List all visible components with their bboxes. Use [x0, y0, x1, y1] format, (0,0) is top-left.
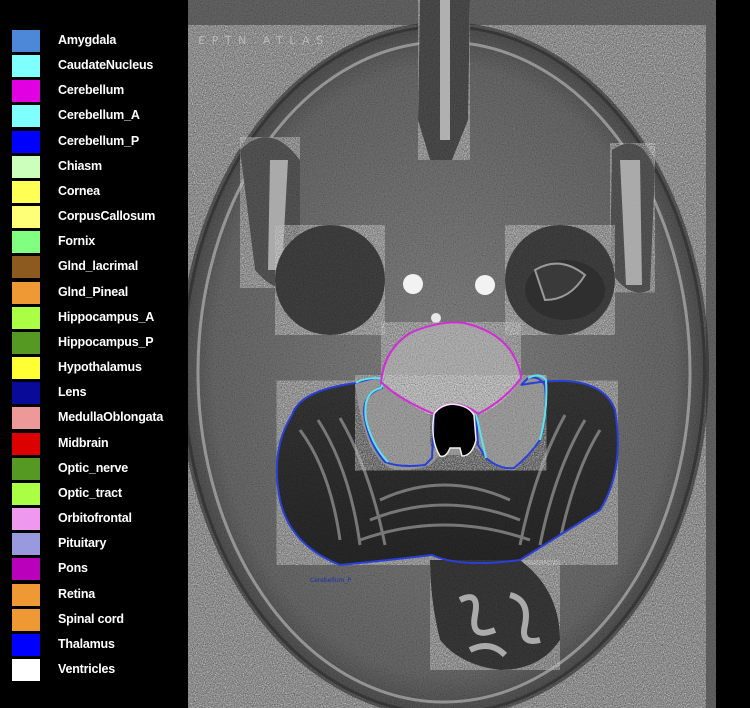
legend-label: Hippocampus_P [58, 334, 154, 349]
legend-label: Orbitofrontal [58, 511, 132, 526]
legend-item[interactable]: Optic_tract [10, 482, 188, 505]
legend-item[interactable]: Hippocampus_A [10, 306, 188, 329]
legend-item[interactable]: MedullaOblongata [10, 407, 188, 430]
legend-swatch [12, 306, 40, 329]
legend-swatch [12, 382, 40, 405]
legend-swatch [12, 533, 40, 556]
legend-label: Retina [58, 586, 96, 601]
legend-item[interactable]: Cerebellum_P [10, 130, 188, 153]
legend-swatch [12, 407, 40, 430]
legend-label: Optic_tract [58, 485, 122, 500]
legend-swatch [12, 80, 40, 103]
legend-item[interactable]: Ventricles [10, 659, 188, 681]
legend-swatch [12, 231, 40, 254]
structure-legend: Amygdala CaudateNucleus Cerebellum Cerebell… [0, 0, 188, 708]
legend-label: Cerebellum_A [58, 108, 140, 123]
legend-swatch [12, 55, 40, 78]
legend-item[interactable]: Cerebellum_A [10, 105, 188, 128]
legend-item[interactable]: Lens [10, 382, 188, 405]
legend-item[interactable]: Fornix [10, 231, 188, 254]
legend-label: MedullaOblongata [58, 410, 164, 425]
mri-slice-viewport[interactable] [188, 0, 716, 708]
legend-item[interactable]: Retina [10, 583, 188, 606]
legend-swatch [12, 583, 40, 606]
legend-swatch [12, 357, 40, 380]
legend-item[interactable]: CorpusCallosum [10, 206, 188, 229]
legend-swatch [12, 105, 40, 128]
legend-swatch [12, 281, 40, 304]
legend-label: CaudateNucleus [58, 58, 154, 73]
legend-swatch [12, 130, 40, 153]
legend-swatch [12, 457, 40, 480]
legend-label: Cerebellum_P [58, 133, 139, 148]
legend-swatch [12, 331, 40, 354]
legend-label: CorpusCallosum [58, 209, 156, 224]
legend-label: Glnd_Pineal [58, 284, 129, 299]
legend-item[interactable]: Hypothalamus [10, 357, 188, 380]
legend-item[interactable]: Midbrain [10, 432, 188, 455]
legend-swatch [12, 432, 40, 455]
legend-swatch [12, 508, 40, 531]
legend-item[interactable]: Hippocampus_P [10, 331, 188, 354]
legend-item[interactable]: Glnd_Pineal [10, 281, 188, 304]
legend-swatch [12, 659, 40, 681]
legend-swatch [12, 256, 40, 279]
legend-item[interactable]: Pons [10, 558, 188, 581]
legend-item[interactable]: Glnd_lacrimal [10, 256, 188, 279]
cursor-structure-label: Cerebellum_P [310, 577, 352, 584]
legend-label: Cerebellum [58, 83, 125, 98]
legend-swatch [12, 180, 40, 203]
legend-label: Cornea [58, 183, 100, 198]
legend-item[interactable]: Optic_nerve [10, 457, 188, 480]
legend-label: Pons [58, 561, 88, 576]
legend-label: Chiasm [58, 158, 102, 173]
legend-item[interactable]: Amygdala [10, 30, 188, 52]
legend-item[interactable]: Spinal cord [10, 608, 188, 631]
legend-item[interactable]: CaudateNucleus [10, 55, 188, 78]
legend-swatch [12, 558, 40, 581]
legend-label: Spinal cord [58, 611, 124, 626]
legend-swatch [12, 30, 40, 52]
legend-label: Thalamus [58, 636, 115, 651]
legend-label: Glnd_lacrimal [58, 259, 139, 274]
legend-item[interactable]: Thalamus [10, 633, 188, 656]
legend-swatch [12, 155, 40, 178]
legend-label: Midbrain [58, 435, 109, 450]
legend-item[interactable]: Cornea [10, 180, 188, 203]
legend-item[interactable]: Cerebellum [10, 80, 188, 103]
legend-label: Hypothalamus [58, 360, 142, 375]
legend-label: Ventricles [58, 662, 116, 676]
legend-item[interactable]: Pituitary [10, 533, 188, 556]
legend-label: Hippocampus_A [58, 309, 155, 324]
legend-swatch [12, 633, 40, 656]
legend-label: Pituitary [58, 536, 107, 551]
mri-slice-image [188, 0, 716, 708]
legend-item[interactable]: Orbitofrontal [10, 508, 188, 531]
legend-label: Amygdala [58, 33, 117, 47]
legend-item[interactable]: Chiasm [10, 155, 188, 178]
legend-swatch [12, 482, 40, 505]
right-margin [716, 0, 750, 708]
legend-swatch [12, 608, 40, 631]
legend-label: Fornix [58, 234, 95, 249]
legend-label: Optic_nerve [58, 460, 129, 475]
legend-swatch [12, 206, 40, 229]
legend-label: Lens [58, 385, 87, 400]
atlas-title: EPTN ATLAS [198, 34, 330, 47]
